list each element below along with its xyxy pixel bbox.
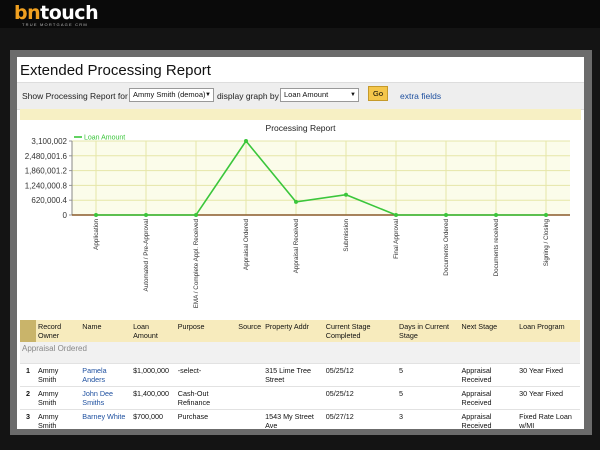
loan-amount: $1,400,000 [131, 386, 176, 410]
brand-logo[interactable]: bntouch [14, 3, 99, 23]
loan-program: 30 Year Fixed [517, 363, 580, 387]
plot-area [72, 141, 570, 215]
column-header[interactable]: Loan Program [517, 320, 580, 342]
data-point [444, 213, 448, 217]
chevron-down-icon: ▼ [350, 92, 356, 98]
column-header[interactable]: Current Stage Completed [323, 320, 398, 342]
record-owner: Ammy Smith [36, 363, 81, 387]
property-addr [263, 386, 324, 410]
x-tick-label: Final Approval [393, 219, 400, 259]
days-in-stage: 5 [397, 363, 460, 387]
column-header[interactable]: Source [236, 320, 264, 342]
next-stage: Appraisal Received [459, 386, 518, 410]
loan-amount: $1,000,000 [131, 363, 176, 387]
column-header[interactable]: Name [80, 320, 132, 342]
table-row: 2 Ammy Smith John Dee Smiths $1,400,000 … [20, 386, 580, 410]
x-tick-label: Documents received [493, 219, 500, 277]
table-row: 3 Ammy Smith Barney White $700,000 Purch… [20, 409, 580, 429]
record-owner: Ammy Smith [36, 409, 81, 429]
show-report-label: Show Processing Report for [22, 91, 128, 101]
column-header[interactable]: Loan Amount [131, 320, 176, 342]
top-bar: bntouch TRUE MORTGAGE CRM [0, 0, 600, 28]
record-owner: Ammy Smith [36, 386, 81, 410]
property-addr: 1543 My Street Ave [263, 409, 324, 429]
data-point [544, 213, 548, 217]
legend-label: Loan Amount [84, 135, 125, 142]
report-table: Record Owner Name Loan Amount Purpose So… [20, 320, 580, 429]
page-title: Extended Processing Report [20, 62, 211, 79]
x-tick-label: Documents Ordered [443, 219, 450, 276]
days-in-stage: 3 [397, 409, 460, 429]
column-header[interactable]: Purpose [175, 320, 237, 342]
stage-completed: 05/25/12 [323, 386, 398, 410]
days-in-stage: 5 [397, 386, 460, 410]
purpose: Purchase [175, 409, 237, 429]
stage-completed: 05/25/12 [323, 363, 398, 387]
data-point [394, 213, 398, 217]
group-row: Appraisal Ordered [20, 342, 580, 364]
processing-chart: 3,100,002 2,480,001.6 1,860,001.2 1,240,000… [25, 135, 570, 309]
x-tick-label: Application [93, 219, 100, 250]
data-point [244, 139, 248, 143]
y-tick-label: 3,100,002 [31, 137, 67, 146]
data-point [344, 192, 348, 197]
user-select[interactable]: Ammy Smith (demoa) ▼ [129, 88, 214, 102]
client-name-link[interactable]: Barney White [82, 412, 125, 421]
graph-select[interactable]: Loan Amount ▼ [280, 88, 359, 102]
row-number: 1 [20, 363, 36, 387]
stage-completed: 05/27/12 [323, 409, 398, 429]
loan-program: 30 Year Fixed [517, 386, 580, 410]
x-tick-label: Submission [343, 219, 350, 252]
y-tick-label: 1,860,001.2 [25, 167, 68, 176]
x-tick-label: Appraisal Received [293, 219, 300, 274]
report-controls: Show Processing Report for Ammy Smith (d… [17, 82, 584, 110]
name-cell: Pamela Anders [80, 363, 132, 387]
report-panel: Extended Processing Report Show Processi… [17, 57, 584, 429]
y-tick-label: 0 [63, 211, 68, 220]
data-point [94, 213, 98, 217]
data-point [494, 213, 498, 217]
column-header[interactable]: Property Addr [263, 320, 324, 342]
y-tick-label: 2,480,001.6 [25, 152, 68, 161]
chevron-down-icon: ▼ [205, 92, 211, 98]
table-row: 1 Ammy Smith Pamela Anders $1,000,000 -s… [20, 363, 580, 387]
column-header[interactable]: Next Stage [459, 320, 518, 342]
name-cell: Barney White [80, 409, 132, 429]
row-number-header [20, 320, 36, 342]
extra-fields-link[interactable]: extra fields [400, 91, 441, 101]
client-name-link[interactable]: Pamela Anders [82, 366, 106, 384]
y-tick-label: 620,000.4 [31, 196, 67, 205]
data-point [144, 213, 148, 217]
column-header[interactable]: Record Owner [36, 320, 81, 342]
x-tick-label: Signing / Closing [543, 219, 550, 267]
y-tick-label: 1,240,000.8 [25, 181, 68, 190]
go-button[interactable]: Go [368, 86, 388, 101]
source [236, 386, 264, 410]
loan-program: Fixed Rate Loan w/MI [517, 409, 580, 429]
data-point [194, 213, 198, 217]
brand-tagline: TRUE MORTGAGE CRM [22, 22, 88, 27]
loan-amount: $700,000 [131, 409, 176, 429]
x-tick-label: Appraisal Ordered [243, 219, 250, 271]
client-name-link[interactable]: John Dee Smiths [82, 389, 113, 407]
purpose: -select- [175, 363, 237, 387]
next-stage: Appraisal Received [459, 409, 518, 429]
purpose: Cash-Out Refinance [175, 386, 237, 410]
data-point [294, 199, 298, 204]
graph-by-label: display graph by [217, 91, 279, 101]
name-cell: John Dee Smiths [80, 386, 132, 410]
x-tick-label: Automated / Pre-Approval [143, 219, 150, 291]
source [236, 363, 264, 387]
row-number: 2 [20, 386, 36, 410]
property-addr: 315 Lime Tree Street [263, 363, 324, 387]
source [236, 409, 264, 429]
table-header-row: Record Owner Name Loan Amount Purpose So… [20, 320, 580, 342]
column-header[interactable]: Days in Current Stage [397, 320, 460, 342]
next-stage: Appraisal Received [459, 363, 518, 387]
row-number: 3 [20, 409, 36, 429]
x-tick-label: EMA / Complete Appl. Received [193, 219, 200, 309]
